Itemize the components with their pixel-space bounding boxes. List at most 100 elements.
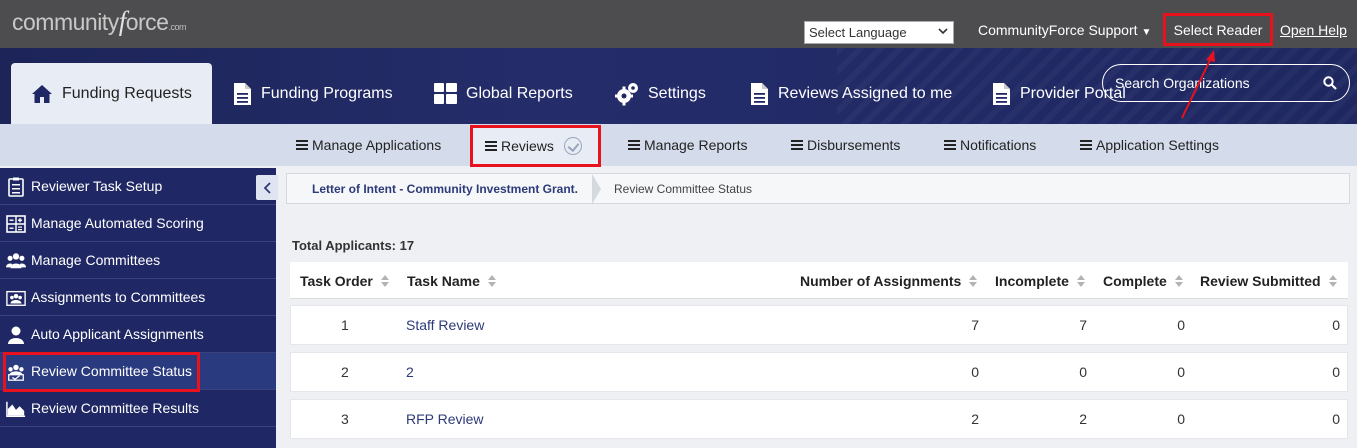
sidebar-item-label: Assignments to Committees <box>31 289 206 305</box>
cell-assignments: 0 <box>971 364 979 380</box>
subnav-label: Manage Reports <box>644 137 748 153</box>
communityforce-logo[interactable]: communityforce.com <box>12 6 186 37</box>
select-reader-label: Select Reader <box>1173 21 1263 38</box>
search-organizations-input[interactable]: Search Organizations <box>1102 64 1350 102</box>
support-menu[interactable]: CommunityForce Support ▼ <box>978 22 1151 38</box>
cell-task-name-link[interactable]: 2 <box>406 353 414 391</box>
subnav-disbursements[interactable]: Disbursements <box>791 124 900 166</box>
document-icon <box>751 82 768 105</box>
subnav-application-settings[interactable]: Application Settings <box>1080 124 1219 166</box>
collapse-sidebar-button[interactable] <box>256 175 278 200</box>
document-icon <box>234 82 251 105</box>
cell-review-submitted: 0 <box>1332 317 1340 333</box>
cell-complete: 0 <box>1177 364 1185 380</box>
cell-task-order: 2 <box>341 364 349 380</box>
active-item-highlight <box>3 352 200 392</box>
subnav-manage-reports[interactable]: Manage Reports <box>628 124 748 166</box>
col-task-name[interactable]: Task Name <box>407 262 496 299</box>
total-applicants-value: 17 <box>399 238 415 253</box>
hamburger-icon <box>628 138 640 152</box>
col-label: Task Name <box>407 272 480 289</box>
hamburger-icon <box>296 138 308 152</box>
col-review-submitted[interactable]: Review Submitted <box>1200 262 1337 299</box>
col-task-order[interactable]: Task Order <box>300 262 389 299</box>
cell-task-name-link[interactable]: Staff Review <box>406 306 484 344</box>
sidebar-item-label: Review Committee Results <box>31 400 200 416</box>
cell-complete: 0 <box>1177 411 1185 427</box>
cell-task-order: 3 <box>341 411 349 427</box>
sub-nav: Manage Applications Manage Reports Disbu… <box>0 124 1357 166</box>
open-help-link[interactable]: Open Help <box>1280 22 1347 38</box>
col-incomplete[interactable]: Incomplete <box>995 262 1085 299</box>
col-label: Number of Assignments <box>800 272 962 289</box>
user-icon <box>8 326 24 344</box>
cell-review-submitted: 0 <box>1332 364 1340 380</box>
cell-task-name-link[interactable]: RFP Review <box>406 400 484 438</box>
table-row: 2 2 0 0 0 0 <box>290 352 1348 392</box>
cell-assignments: 7 <box>971 317 979 333</box>
clipboard-icon <box>8 177 24 197</box>
sort-icon <box>1174 274 1183 287</box>
hamburger-icon <box>791 138 803 152</box>
table-row: 3 RFP Review 2 2 0 0 <box>290 399 1348 439</box>
select-reader-button[interactable]: Select Reader <box>1163 13 1273 46</box>
main-nav: Funding Requests Funding Programs Global… <box>0 48 1357 124</box>
subnav-label: Reviews <box>501 138 554 154</box>
total-applicants-label: Total Applicants: <box>292 238 396 253</box>
cell-incomplete: 7 <box>1079 317 1087 333</box>
top-bar: communityforce.com Select Language Commu… <box>0 0 1357 48</box>
cell-review-submitted: 0 <box>1332 411 1340 427</box>
breadcrumb-program-link[interactable]: Letter of Intent - Community Investment … <box>287 174 601 204</box>
chevron-left-icon <box>263 181 271 194</box>
col-complete[interactable]: Complete <box>1103 262 1183 299</box>
logo-text: community <box>12 9 119 35</box>
nav-reviews-assigned[interactable]: Reviews Assigned to me <box>749 48 952 124</box>
sort-icon <box>1328 274 1337 287</box>
subnav-label: Manage Applications <box>312 137 442 153</box>
sidebar-item-manage-committees[interactable]: Manage Committees <box>0 242 276 279</box>
subnav-notifications[interactable]: Notifications <box>944 124 1036 166</box>
search-icon[interactable] <box>1323 76 1337 93</box>
grid-icon <box>434 83 457 104</box>
logo-com: .com <box>168 22 186 32</box>
col-label: Incomplete <box>995 272 1069 289</box>
document-icon <box>993 82 1010 105</box>
nav-label: Funding Programs <box>261 84 393 102</box>
area-chart-icon <box>6 401 26 417</box>
home-icon <box>32 84 52 103</box>
subnav-label: Disbursements <box>807 137 901 153</box>
subnav-label: Notifications <box>960 137 1037 153</box>
nav-label: Settings <box>648 84 706 102</box>
col-number-of-assignments[interactable]: Number of Assignments <box>800 262 978 299</box>
nav-global-reports[interactable]: Global Reports <box>434 48 573 124</box>
sidebar-item-label: Manage Automated Scoring <box>31 215 204 231</box>
breadcrumb: Letter of Intent - Community Investment … <box>286 173 1350 204</box>
sidebar-item-manage-automated-scoring[interactable]: Manage Automated Scoring <box>0 205 276 242</box>
table-row: 1 Staff Review 7 7 0 0 <box>290 305 1348 345</box>
sidebar-item-assignments-to-committees[interactable]: Assignments to Committees <box>0 279 276 316</box>
sort-icon <box>380 274 389 287</box>
nav-settings[interactable]: Settings <box>615 48 706 124</box>
subnav-reviews[interactable]: Reviews <box>470 125 601 167</box>
sidebar-item-label: Auto Applicant Assignments <box>31 326 204 342</box>
hamburger-icon <box>944 138 956 152</box>
col-label: Complete <box>1103 272 1167 289</box>
nav-funding-requests[interactable]: Funding Requests <box>11 63 212 124</box>
sidebar-item-review-committee-results[interactable]: Review Committee Results <box>0 390 276 427</box>
caret-down-icon: ▼ <box>1141 27 1152 38</box>
sidebar-item-auto-applicant-assignments[interactable]: Auto Applicant Assignments <box>0 316 276 353</box>
annotation-arrow <box>1181 50 1215 119</box>
language-select[interactable]: Select Language <box>804 21 954 44</box>
sort-icon <box>487 274 496 287</box>
calculator-icon <box>6 215 26 233</box>
committee-assign-icon <box>6 290 26 306</box>
nav-funding-programs[interactable]: Funding Programs <box>232 48 393 124</box>
gears-icon <box>615 82 638 105</box>
logo-text-rest: orce <box>125 9 169 35</box>
subnav-reviews-inner: Reviews <box>485 125 582 167</box>
total-applicants: Total Applicants: 17 <box>292 238 414 253</box>
subnav-manage-applications[interactable]: Manage Applications <box>296 124 441 166</box>
sort-icon <box>969 274 978 287</box>
sidebar-item-reviewer-task-setup[interactable]: Reviewer Task Setup <box>0 168 276 205</box>
chevron-down-icon <box>938 25 948 40</box>
